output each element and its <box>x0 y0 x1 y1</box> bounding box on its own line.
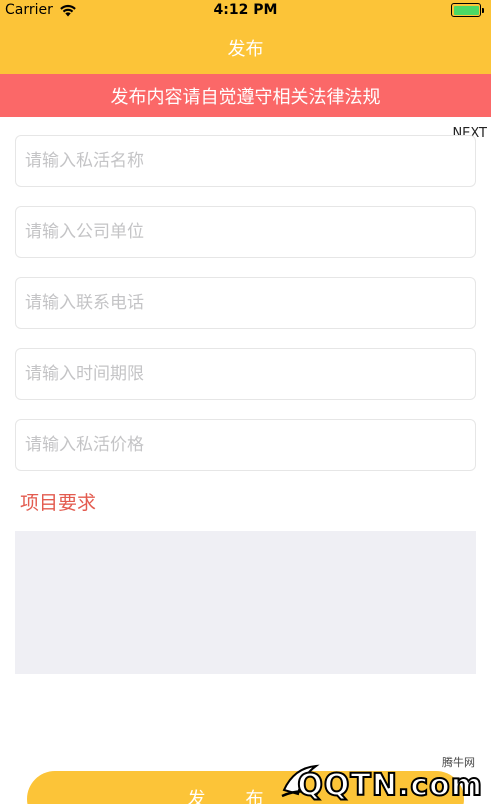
deadline-input[interactable] <box>16 349 475 399</box>
phone-input[interactable] <box>16 278 475 328</box>
page-title: 发布 <box>227 39 264 60</box>
status-bar: Carrier 4:12 PM <box>0 0 491 22</box>
status-time: 4:12 PM <box>213 2 278 18</box>
company-field <box>15 206 476 258</box>
phone-field <box>15 277 476 329</box>
battery-level <box>453 5 479 15</box>
price-field <box>15 419 476 471</box>
notice-banner: 发布内容请自觉遵守相关法律法规 <box>0 74 491 117</box>
app-header: Carrier 4:12 PM 发布 <box>0 0 491 74</box>
watermark-logo-text: QQTN.com <box>296 767 483 804</box>
watermark: 腾牛网 QQTN.com <box>273 754 483 804</box>
requirements-textarea[interactable] <box>15 531 476 674</box>
project-name-input[interactable] <box>16 136 475 186</box>
price-input[interactable] <box>16 420 475 470</box>
requirements-label: 项目要求 <box>20 492 97 514</box>
deadline-field <box>15 348 476 400</box>
project-name-field <box>15 135 476 187</box>
company-input[interactable] <box>16 207 475 257</box>
battery-icon <box>451 3 484 17</box>
notice-text: 发布内容请自觉遵守相关法律法规 <box>110 86 381 108</box>
